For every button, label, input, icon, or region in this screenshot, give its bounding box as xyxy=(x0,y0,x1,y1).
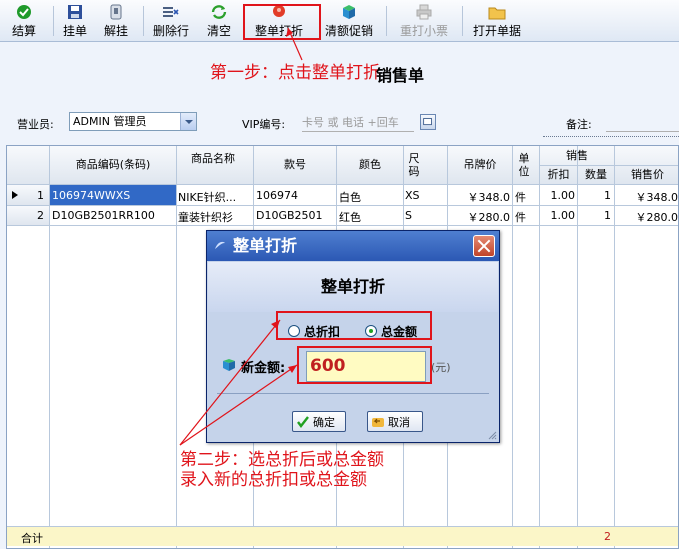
toolbar: 结算 挂单 解挂 删除行 清空 整单打折 清额促销 重打小票 打开单据 xyxy=(0,0,679,42)
toolbar-separator xyxy=(143,6,144,36)
salesperson-select[interactable]: ADMIN 管理员 xyxy=(69,112,197,131)
col-header-unit[interactable]: 单位 xyxy=(517,152,531,178)
total-label: 合计 xyxy=(21,532,43,545)
note-ruler xyxy=(543,136,679,140)
cell-unit[interactable]: 件 xyxy=(515,209,537,225)
hold-order-button[interactable]: 挂单 xyxy=(63,4,87,40)
checkmark-icon xyxy=(17,5,31,19)
cell-qty[interactable]: 1 xyxy=(578,209,611,222)
cell-code[interactable]: 106974WWXS xyxy=(50,185,176,205)
step2-amount-highlight xyxy=(297,346,432,384)
checkout-button[interactable]: 结算 xyxy=(12,4,36,40)
cell-size[interactable]: XS xyxy=(405,189,445,202)
dialog-titlebar[interactable]: 整单打折 xyxy=(207,231,499,261)
step2-arrows xyxy=(179,319,298,446)
app-logo-icon xyxy=(215,241,225,249)
clear-button[interactable]: 清空 xyxy=(207,4,231,40)
row-indicator-1[interactable]: 1 xyxy=(7,185,49,205)
total-qty: 2 xyxy=(604,530,611,543)
vip-input[interactable]: 卡号 或 电话 +回车 xyxy=(302,113,414,132)
col-header-size-text: 尺码 xyxy=(408,152,420,178)
card-icon xyxy=(423,118,432,126)
cell-tag-price[interactable]: ￥280.0 xyxy=(448,209,511,225)
vip-lookup-button[interactable] xyxy=(420,114,436,130)
dialog-title: 整单打折 xyxy=(233,236,298,255)
cell-qty[interactable]: 1 xyxy=(578,189,611,202)
toolbar-separator xyxy=(462,6,463,36)
col-header-name-text: 商品名称 xyxy=(191,152,235,165)
open-document-button[interactable]: 打开单据 xyxy=(473,4,521,40)
cancel-button[interactable]: 取消 xyxy=(367,411,423,432)
col-header-name[interactable]: 商品名称 xyxy=(185,152,241,165)
cell-name[interactable]: NIKE针织... xyxy=(178,189,252,205)
note-label: 备注: xyxy=(566,118,592,131)
save-disk-icon xyxy=(68,5,82,19)
cell-tag-price[interactable]: ￥348.0 xyxy=(448,189,511,205)
toolbar-separator xyxy=(386,6,387,36)
col-header-code[interactable]: 商品编码(条码) xyxy=(50,158,176,171)
step1-arrow xyxy=(286,27,303,61)
cancel-arrow-icon xyxy=(372,417,384,427)
folder-icon xyxy=(488,7,506,20)
current-row-arrow-icon xyxy=(12,191,18,199)
row-indicator-2[interactable]: 2 xyxy=(7,206,49,225)
col-header-sale-price[interactable]: 销售价 xyxy=(615,168,678,181)
resize-grip-icon[interactable] xyxy=(487,430,497,440)
cell-discount[interactable]: 1.00 xyxy=(540,189,576,202)
unlock-icon xyxy=(110,4,122,20)
unhold-order-button[interactable]: 解挂 xyxy=(104,4,128,40)
step2-annotation-line2: 录入新的总折扣或总金额 xyxy=(180,470,367,490)
cell-color[interactable]: 白色 xyxy=(339,189,401,205)
salesperson-value: ADMIN 管理员 xyxy=(73,115,147,128)
col-header-tag-price[interactable]: 吊牌价 xyxy=(448,158,512,171)
total-row: 合计 2 xyxy=(7,526,678,546)
amount-unit: (元) xyxy=(431,361,451,374)
cell-style[interactable]: 106974 xyxy=(256,189,334,202)
cell-code[interactable]: D10GB2501RR100 xyxy=(52,209,174,222)
close-icon[interactable] xyxy=(473,235,495,257)
cell-unit[interactable]: 件 xyxy=(515,189,537,205)
salesperson-label: 营业员: xyxy=(17,118,54,131)
col-header-size[interactable]: 尺码 xyxy=(407,152,421,178)
note-input[interactable] xyxy=(606,113,679,132)
cell-size[interactable]: S xyxy=(405,209,445,222)
col-header-qty[interactable]: 数量 xyxy=(578,168,614,181)
col-header-sales-group: 销售 xyxy=(566,149,588,162)
col-header-discount[interactable]: 折扣 xyxy=(540,168,577,181)
toolbar-separator xyxy=(53,6,54,36)
cell-discount[interactable]: 1.00 xyxy=(540,209,576,222)
cell-sale-price[interactable]: ￥280.0 xyxy=(615,209,679,225)
promo-box-icon xyxy=(343,5,355,19)
reprint-receipt-button[interactable]: 重打小票 xyxy=(400,4,448,40)
form-title: 销售单 xyxy=(376,66,425,85)
cell-sale-price[interactable]: ￥348.0 xyxy=(615,189,679,205)
col-header-style[interactable]: 款号 xyxy=(254,158,336,171)
cell-name[interactable]: 童装针织衫 xyxy=(178,209,252,225)
dialog-heading: 整单打折 xyxy=(208,262,498,312)
refresh-icon xyxy=(211,5,227,19)
promo-button[interactable]: 清额促销 xyxy=(325,4,373,40)
delete-row-button[interactable]: 删除行 xyxy=(153,4,189,40)
printer-icon xyxy=(416,4,432,20)
cell-style[interactable]: D10GB2501 xyxy=(256,209,334,222)
col-header-unit-text: 单位 xyxy=(518,152,530,178)
vip-label: VIP编号: xyxy=(242,118,286,131)
col-header-color[interactable]: 颜色 xyxy=(337,158,403,171)
delete-row-icon xyxy=(163,7,179,17)
cell-color[interactable]: 红色 xyxy=(339,209,401,225)
chevron-down-icon[interactable] xyxy=(180,113,196,130)
